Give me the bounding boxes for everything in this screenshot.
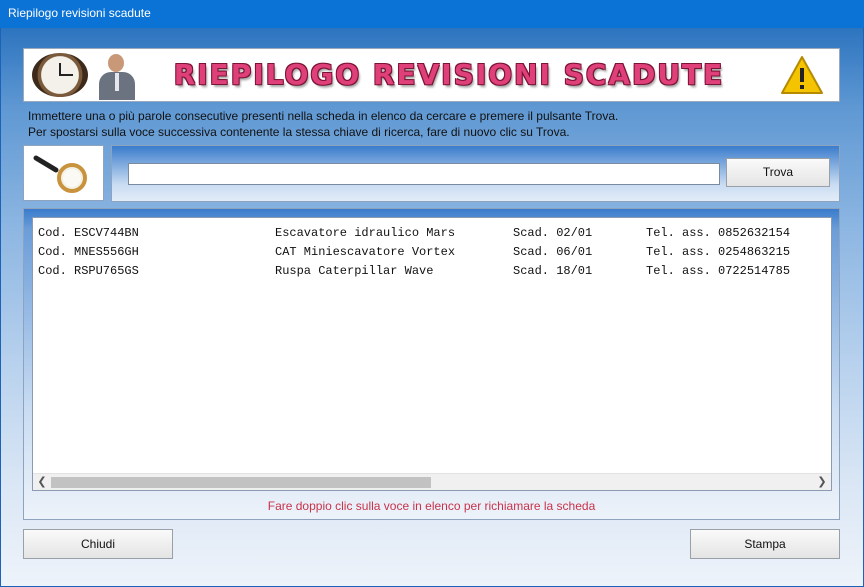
item-phone: Tel. ass. 0254863215 xyxy=(646,245,791,259)
item-phone: Tel. ass. 0852632154 xyxy=(646,226,791,240)
item-due-date: Scad. 02/01 xyxy=(513,226,593,240)
item-description: CAT Miniescavatore Vortex xyxy=(275,245,456,259)
search-icon-box xyxy=(23,145,104,201)
instructions-line-2: Per spostarsi sulla voce successiva cont… xyxy=(28,125,570,139)
item-code: Cod. RSPU765GS xyxy=(38,264,139,278)
list-item[interactable]: Cod. ESCV744BN Escavatore idraulico Mars… xyxy=(38,224,828,242)
results-list[interactable]: Cod. ESCV744BN Escavatore idraulico Mars… xyxy=(32,217,832,491)
window-title: Riepilogo revisioni scadute xyxy=(8,6,151,20)
double-click-hint: Fare doppio clic sulla voce in elenco pe… xyxy=(267,499,596,513)
scroll-left-icon[interactable]: ❮ xyxy=(35,474,49,490)
item-code: Cod. ESCV744BN xyxy=(38,226,139,240)
close-button[interactable]: Chiudi xyxy=(23,529,173,559)
item-description: Escavatore idraulico Mars xyxy=(275,226,456,240)
item-phone: Tel. ass. 0722514785 xyxy=(646,264,791,278)
find-button[interactable]: Trova xyxy=(726,158,830,187)
header-banner: RIEPILOGO REVISIONI SCADUTE xyxy=(23,48,840,102)
instructions-line-1: Immettere una o più parole consecutive p… xyxy=(28,109,619,123)
horizontal-scrollbar[interactable]: ❮ ❯ xyxy=(33,473,831,490)
banner-title: RIEPILOGO REVISIONI SCADUTE xyxy=(173,58,725,91)
item-code: Cod. MNES556GH xyxy=(38,245,139,259)
list-item[interactable]: Cod. MNES556GH CAT Miniescavatore Vortex… xyxy=(38,243,828,261)
item-due-date: Scad. 06/01 xyxy=(513,245,593,259)
scrollbar-thumb[interactable] xyxy=(51,477,431,488)
instructions-text: Immettere una o più parole consecutive p… xyxy=(28,108,838,140)
window-titlebar: Riepilogo revisioni scadute xyxy=(0,0,864,28)
list-item[interactable]: Cod. RSPU765GS Ruspa Caterpillar Wave Sc… xyxy=(38,262,828,280)
list-panel: Cod. ESCV744BN Escavatore idraulico Mars… xyxy=(23,208,840,520)
search-panel: Trova xyxy=(111,145,840,202)
warning-icon xyxy=(780,55,824,95)
scroll-right-icon[interactable]: ❯ xyxy=(815,474,829,490)
search-input[interactable] xyxy=(128,163,720,185)
item-due-date: Scad. 18/01 xyxy=(513,264,593,278)
clock-icon xyxy=(32,53,88,97)
item-description: Ruspa Caterpillar Wave xyxy=(275,264,434,278)
businessman-phone-icon xyxy=(96,52,138,100)
magnifier-icon xyxy=(33,155,87,193)
print-button[interactable]: Stampa xyxy=(690,529,840,559)
